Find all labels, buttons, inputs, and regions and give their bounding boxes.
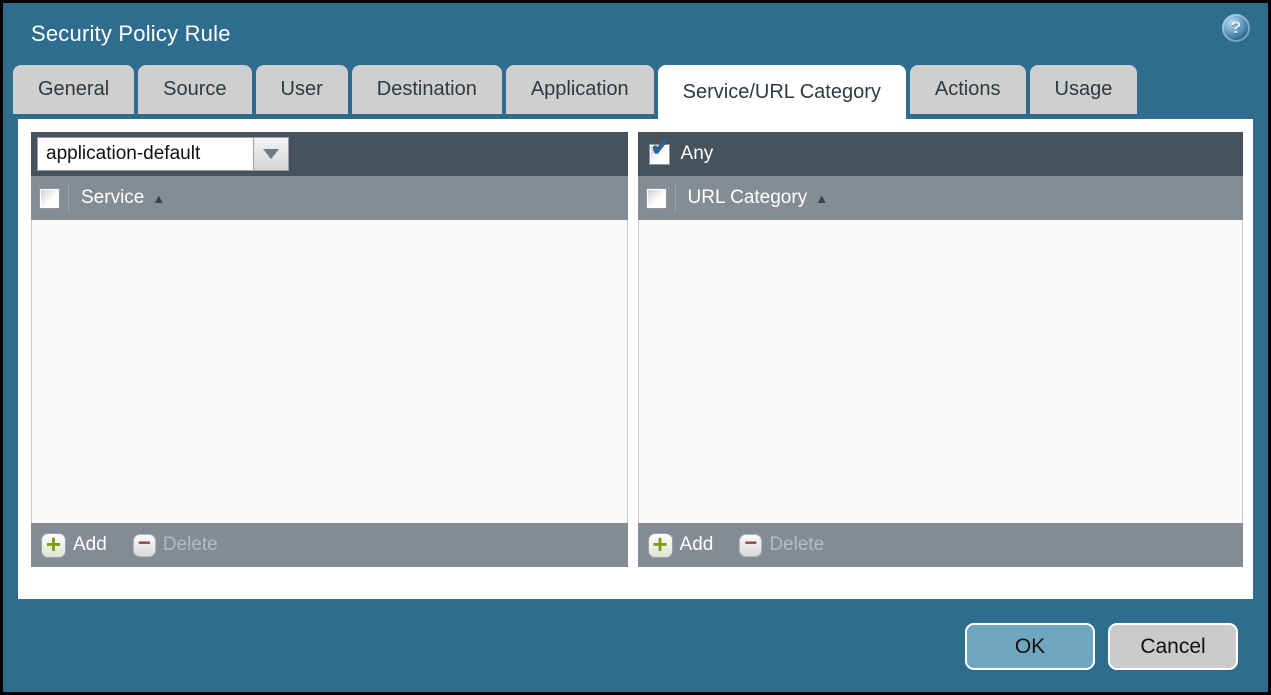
sort-asc-icon[interactable]: ▲ [152,191,165,206]
tab-bar: General Source User Destination Applicat… [3,65,1268,119]
dialog-title: Security Policy Rule [31,21,231,46]
service-add-button[interactable]: + Add [41,531,107,558]
service-mode-combo [37,137,289,171]
url-category-footer: + Add − Delete [637,523,1243,567]
service-toolbar [31,132,628,176]
service-list[interactable] [31,220,628,523]
ok-button[interactable]: OK [965,623,1095,670]
tab-service-url-category[interactable]: Service/URL Category [657,65,906,119]
service-panel: Service ▲ + Add − Delete [31,132,628,567]
service-mode-dropdown-button[interactable] [253,137,289,171]
service-mode-input[interactable] [37,137,253,171]
url-category-add-label: Add [679,534,714,555]
service-footer: + Add − Delete [31,523,628,567]
tab-application[interactable]: Application [505,65,654,114]
url-category-delete-button[interactable]: − Delete [739,532,825,557]
tab-content: Service ▲ + Add − Delete ✔ An [18,119,1253,599]
caret-down-icon [263,149,279,159]
minus-icon: − [132,532,156,557]
url-category-add-button[interactable]: + Add [647,531,714,558]
header-separator [68,183,69,213]
header-separator [674,183,676,213]
service-delete-button[interactable]: − Delete [132,532,218,557]
url-category-any-label: Any [680,143,714,164]
url-category-delete-label: Delete [769,534,825,555]
service-delete-label: Delete [162,534,218,555]
tab-general[interactable]: General [13,65,135,114]
tab-usage[interactable]: Usage [1029,65,1138,114]
url-category-column-header-row: URL Category ▲ [637,176,1243,220]
sort-asc-icon[interactable]: ▲ [815,191,828,206]
url-category-any-checkbox[interactable]: ✔ [648,135,671,165]
help-icon[interactable]: ? [1222,14,1250,42]
url-category-list[interactable] [637,220,1243,523]
plus-icon: + [647,531,673,558]
dialog-action-buttons: OK Cancel [965,623,1238,670]
plus-icon: + [41,531,66,558]
tab-actions[interactable]: Actions [909,65,1026,114]
service-column-header-row: Service ▲ [31,176,628,220]
url-category-select-all-checkbox[interactable] [645,187,667,209]
cancel-button[interactable]: Cancel [1108,623,1238,670]
service-add-label: Add [73,534,107,555]
tab-source[interactable]: Source [138,65,252,114]
security-policy-rule-dialog: Security Policy Rule ? General Source Us… [3,3,1268,692]
titlebar: Security Policy Rule ? [3,3,1268,65]
url-category-panel: ✔ Any URL Category ▲ + Add − Delete [637,132,1243,567]
minus-icon: − [739,532,763,557]
checkmark-icon: ✔ [650,133,671,161]
tab-destination[interactable]: Destination [351,65,502,114]
service-select-all-checkbox[interactable] [39,187,60,209]
tab-user[interactable]: User [255,65,348,114]
url-category-toolbar: ✔ Any [637,132,1243,176]
url-category-column-label: URL Category [687,187,808,208]
service-column-label: Service [81,187,145,208]
